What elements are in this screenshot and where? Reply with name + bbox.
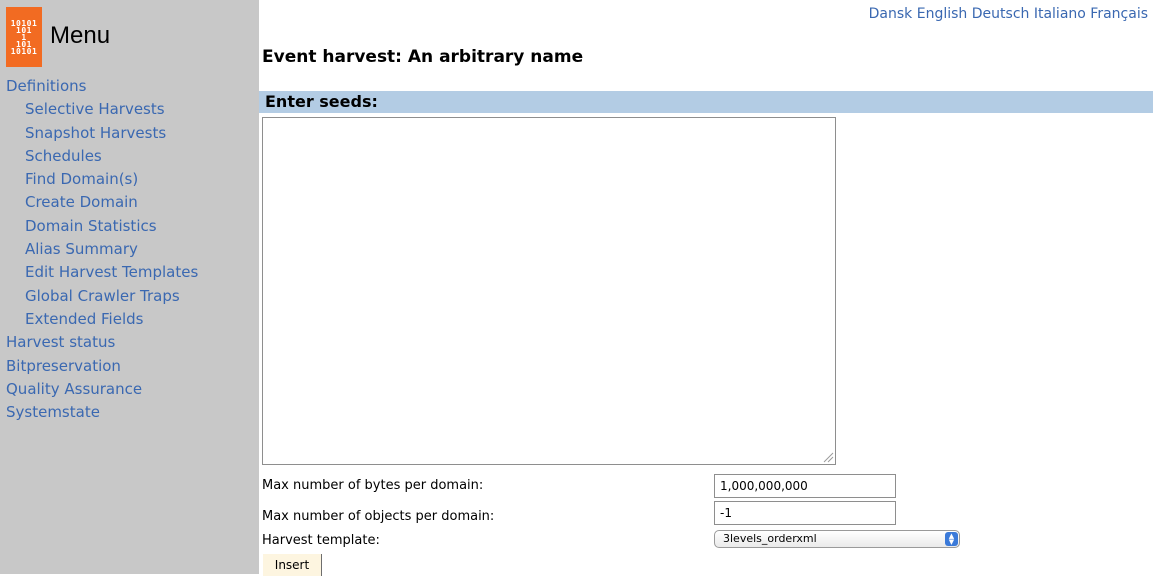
- logo-line: 10101: [10, 46, 38, 56]
- sidebar-item-global-crawler-traps[interactable]: Global Crawler Traps: [6, 285, 198, 308]
- language-link-dansk[interactable]: Dansk: [869, 6, 913, 22]
- sidebar: 10101 101 1 101 10101 Menu Definitions Se…: [0, 0, 259, 574]
- max-bytes-label: Max number of bytes per domain:: [262, 478, 484, 493]
- harvest-template-select[interactable]: 3levels_orderxml ▲ ▼: [714, 530, 960, 548]
- page-title: Event harvest: An arbitrary name: [262, 47, 584, 67]
- sidebar-item-extended-fields[interactable]: Extended Fields: [6, 308, 198, 331]
- language-link-english[interactable]: English: [917, 6, 968, 22]
- sidebar-item-harvest-status[interactable]: Harvest status: [6, 331, 198, 354]
- netarchive-logo-icon: 10101 101 1 101 10101: [6, 7, 42, 67]
- sidebar-item-bitpreservation[interactable]: Bitpreservation: [6, 355, 198, 378]
- language-link-francais[interactable]: Français: [1090, 6, 1148, 22]
- sidebar-nav: Definitions Selective Harvests Snapshot Ha…: [6, 75, 198, 424]
- seeds-section-header: Enter seeds:: [259, 91, 1153, 113]
- sidebar-item-domain-statistics[interactable]: Domain Statistics: [6, 215, 198, 238]
- max-objects-label: Max number of objects per domain:: [262, 509, 495, 524]
- sidebar-item-alias-summary[interactable]: Alias Summary: [6, 238, 198, 261]
- sidebar-item-schedules[interactable]: Schedules: [6, 145, 198, 168]
- max-objects-input[interactable]: [714, 501, 896, 525]
- sidebar-item-snapshot-harvests[interactable]: Snapshot Harvests: [6, 122, 198, 145]
- seeds-textarea[interactable]: [262, 117, 836, 465]
- language-link-deutsch[interactable]: Deutsch: [972, 6, 1030, 22]
- harvest-template-value: 3levels_orderxml: [723, 532, 817, 545]
- language-link-italiano[interactable]: Italiano: [1034, 6, 1086, 22]
- select-arrows-icon: ▲ ▼: [945, 532, 958, 546]
- sidebar-item-create-domain[interactable]: Create Domain: [6, 191, 198, 214]
- sidebar-item-quality-assurance[interactable]: Quality Assurance: [6, 378, 198, 401]
- language-bar: Dansk English Deutsch Italiano Français: [869, 6, 1148, 22]
- sidebar-item-selective-harvests[interactable]: Selective Harvests: [6, 98, 198, 121]
- harvest-template-label: Harvest template:: [262, 533, 380, 548]
- max-bytes-input[interactable]: [714, 474, 896, 498]
- sidebar-item-systemstate[interactable]: Systemstate: [6, 401, 198, 424]
- menu-title: Menu: [50, 22, 111, 49]
- sidebar-item-edit-harvest-templates[interactable]: Edit Harvest Templates: [6, 261, 198, 284]
- seeds-header-label: Enter seeds:: [265, 92, 378, 111]
- sidebar-item-definitions[interactable]: Definitions: [6, 75, 198, 98]
- insert-button[interactable]: Insert: [263, 554, 322, 576]
- sidebar-item-find-domain-s[interactable]: Find Domain(s): [6, 168, 198, 191]
